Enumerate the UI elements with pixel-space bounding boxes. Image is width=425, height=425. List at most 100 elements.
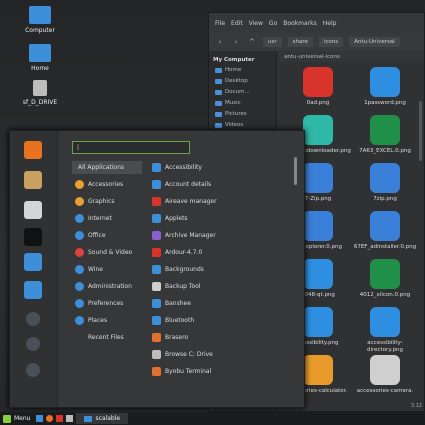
sidebar-item-documents[interactable]: Docum...: [209, 87, 276, 98]
category-item[interactable]: All Applications: [72, 161, 142, 174]
file-thumbnail: [303, 67, 333, 97]
breadcrumb-share[interactable]: share: [287, 37, 313, 47]
app-icon: [152, 248, 161, 257]
category-label: Places: [88, 317, 108, 324]
show-desktop-icon[interactable]: [36, 415, 44, 422]
settings-icon[interactable]: [24, 201, 42, 219]
files-icon[interactable]: [24, 253, 42, 271]
desktop-icon-computer[interactable]: Computer: [10, 6, 70, 34]
file-item[interactable]: 7zip.png: [350, 163, 420, 203]
menu-help[interactable]: Help: [323, 20, 337, 27]
file-name: accessibility-directory.png: [366, 340, 404, 353]
menu-bookmarks[interactable]: Bookmarks: [283, 20, 317, 27]
app-item[interactable]: Brasero: [150, 331, 290, 344]
window-button[interactable]: scalable: [76, 413, 129, 424]
app-icon: [152, 163, 161, 172]
firefox-icon[interactable]: [24, 141, 42, 159]
breadcrumb-antu[interactable]: Antu-Universal: [349, 37, 400, 47]
system-monitor-icon[interactable]: [24, 281, 42, 299]
app-item[interactable]: Banshee: [150, 297, 290, 310]
file-item[interactable]: accessories-camera.: [350, 355, 420, 395]
app-item[interactable]: Byobu Terminal: [150, 365, 290, 378]
file-item[interactable]: 4012_xlicon.0.png: [350, 259, 420, 299]
file-item[interactable]: 0ad.png: [283, 67, 353, 107]
app-item[interactable]: Ardour-4.7.0: [150, 246, 290, 259]
software-manager-icon[interactable]: [24, 171, 42, 189]
file-thumbnail: [303, 307, 333, 337]
back-icon[interactable]: ‹: [215, 38, 225, 46]
file-item[interactable]: 7A63_EXCEL.0.png: [350, 115, 420, 155]
terminal-icon[interactable]: [56, 415, 64, 422]
desktop-icon-home[interactable]: Home: [10, 44, 70, 72]
sidebar-item-music[interactable]: Music: [209, 98, 276, 109]
category-label: Preferences: [88, 300, 124, 307]
file-item[interactable]: 67EF_adinstaller.0.png: [350, 211, 420, 251]
file-thumbnail: [370, 67, 400, 97]
category-icon: [75, 214, 84, 223]
breadcrumb-icons[interactable]: icons: [318, 37, 344, 47]
category-item[interactable]: Preferences: [72, 297, 142, 310]
category-item[interactable]: Office: [72, 229, 142, 242]
file-name: accessories-camera.: [356, 388, 414, 394]
category-icon: [75, 299, 84, 308]
up-icon[interactable]: ^: [247, 38, 257, 46]
category-label: Accessories: [88, 181, 124, 188]
search-input[interactable]: |: [72, 141, 190, 154]
category-label: Sound & Video: [88, 249, 133, 256]
category-item[interactable]: Internet: [72, 212, 142, 225]
forward-icon[interactable]: ›: [231, 38, 241, 46]
app-item[interactable]: Bluetooth: [150, 314, 290, 327]
desktop-icon-label: sf_D_DRIVE: [22, 99, 58, 106]
menu-edit[interactable]: Edit: [231, 20, 243, 27]
menu-view[interactable]: View: [249, 20, 263, 27]
app-item[interactable]: Applets: [150, 212, 290, 225]
sidebar-item-home[interactable]: Home: [209, 65, 276, 76]
file-item[interactable]: accessibility-directory.png: [350, 307, 420, 354]
menu-button[interactable]: Menu: [0, 413, 33, 424]
category-item[interactable]: Sound & Video: [72, 246, 142, 259]
scrollbar[interactable]: [419, 101, 422, 161]
app-item[interactable]: Backup Tool: [150, 280, 290, 293]
app-item[interactable]: Accessibility: [150, 161, 290, 174]
taskbar: Menu scalable: [0, 412, 425, 425]
category-item[interactable]: Graphics: [72, 195, 142, 208]
category-item[interactable]: Wine: [72, 263, 142, 276]
app-item[interactable]: Account details: [150, 178, 290, 191]
firefox-icon[interactable]: [46, 415, 54, 422]
app-item[interactable]: Browse C: Drive: [150, 348, 290, 361]
app-icon: [152, 316, 161, 325]
home-folder-icon: [29, 44, 51, 62]
app-icon: [152, 350, 161, 359]
category-label: Administration: [88, 283, 132, 290]
app-icon: [152, 282, 161, 291]
file-item[interactable]: 1password.png: [350, 67, 420, 107]
quick-launch: [33, 413, 76, 424]
app-item[interactable]: Backgrounds: [150, 263, 290, 276]
category-item[interactable]: Administration: [72, 280, 142, 293]
sidebar-item-desktop[interactable]: Desktop: [209, 76, 276, 87]
file-name: 67EF_adinstaller.0.png: [353, 244, 417, 250]
app-item[interactable]: Archive Manager: [150, 229, 290, 242]
files-icon[interactable]: [66, 415, 74, 422]
menu-scrollbar[interactable]: [294, 157, 297, 185]
category-item[interactable]: Recent Files: [72, 331, 142, 344]
desktop-icon-label: Home: [31, 65, 49, 72]
app-label: Backgrounds: [165, 266, 204, 273]
desktop-icon-drive[interactable]: sf_D_DRIVE: [10, 80, 70, 106]
breadcrumb-usr[interactable]: usr: [263, 37, 282, 47]
application-menu: | All Applications Accessories Graphics Int…: [9, 130, 305, 408]
terminal-icon[interactable]: [24, 228, 42, 246]
current-folder-label: antu-universal-icons: [278, 51, 424, 62]
category-item[interactable]: Places: [72, 314, 142, 327]
menu-go[interactable]: Go: [269, 20, 277, 27]
menu-file[interactable]: File: [215, 20, 225, 27]
lock-icon[interactable]: [26, 312, 40, 326]
computer-icon: [29, 6, 51, 24]
file-thumbnail: [370, 307, 400, 337]
category-item[interactable]: Accessories: [72, 178, 142, 191]
sidebar-item-pictures[interactable]: Pictures: [209, 109, 276, 120]
shutdown-icon[interactable]: [26, 363, 40, 377]
app-item[interactable]: Aireave manager: [150, 195, 290, 208]
status-text: 3.12: [410, 403, 422, 409]
logout-icon[interactable]: [26, 337, 40, 351]
